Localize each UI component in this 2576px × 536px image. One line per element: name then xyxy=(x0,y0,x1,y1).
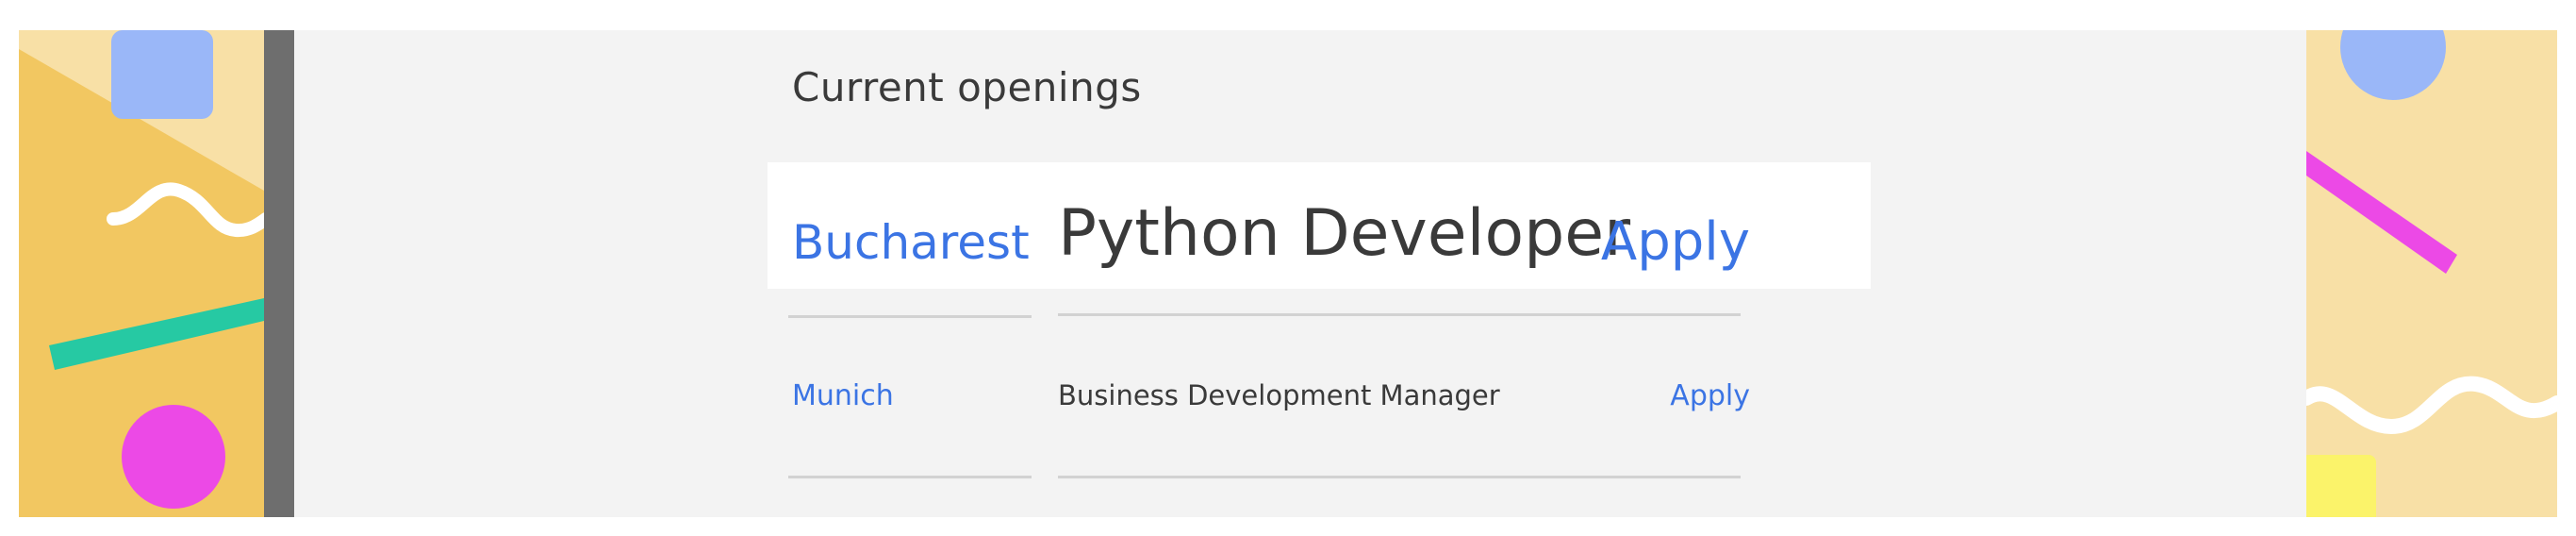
left-divider-bar xyxy=(264,30,294,517)
left-decoration xyxy=(19,30,264,517)
lemon-square-shape xyxy=(2306,455,2376,517)
white-wave-shape xyxy=(107,182,264,238)
row-divider xyxy=(1058,313,1741,316)
job-title[interactable]: Business Development Manager xyxy=(1058,379,1500,411)
openings-section: Current openings Bucharest Python Develo… xyxy=(294,30,2306,517)
blue-circle-shape xyxy=(2340,30,2446,100)
left-decoration-art xyxy=(19,30,264,509)
job-city-link[interactable]: Bucharest xyxy=(792,215,1030,270)
apply-button[interactable]: Apply xyxy=(1670,379,1750,412)
apply-button[interactable]: Apply xyxy=(1601,211,1750,273)
right-decoration-art xyxy=(2306,30,2557,517)
magenta-circle-shape xyxy=(122,405,225,509)
white-wave-shape xyxy=(2306,376,2557,435)
teal-stripe-shape xyxy=(49,298,264,370)
blue-square-shape xyxy=(111,30,213,119)
row-divider xyxy=(1058,476,1741,478)
right-decoration xyxy=(2306,30,2557,517)
section-title: Current openings xyxy=(792,64,1142,110)
page-frame: Current openings Bucharest Python Develo… xyxy=(0,0,2576,536)
job-city-link[interactable]: Munich xyxy=(792,379,894,412)
job-title[interactable]: Python Developer xyxy=(1058,196,1630,271)
magenta-stripe-shape xyxy=(2306,151,2457,274)
row-divider xyxy=(788,476,1032,478)
row-divider xyxy=(788,315,1032,318)
